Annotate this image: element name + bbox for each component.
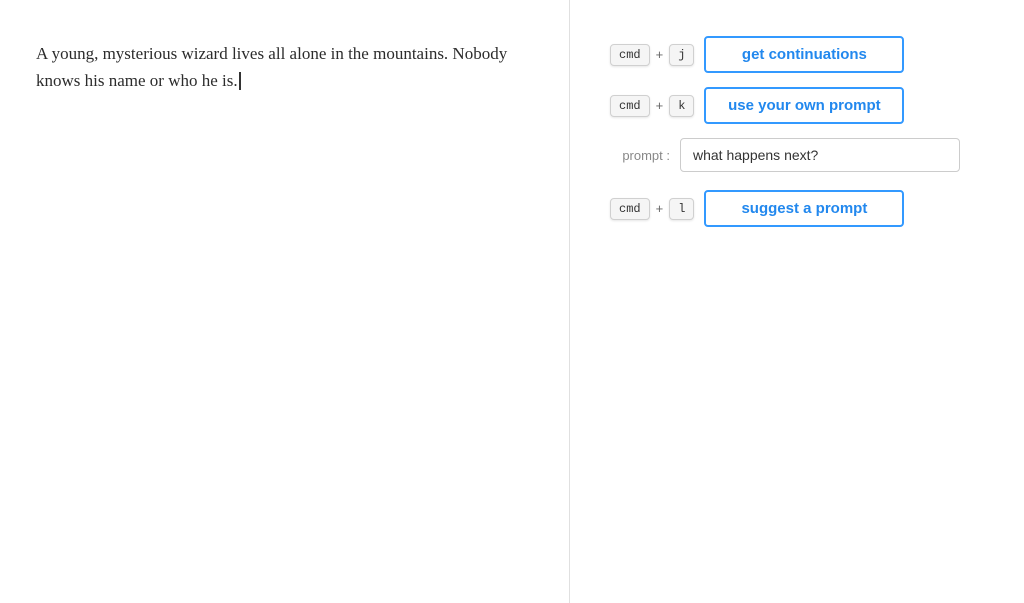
story-text: A young, mysterious wizard lives all alo…	[36, 40, 533, 94]
kbd-group-k: cmd + k	[610, 95, 694, 117]
right-panel: cmd + j get continuations cmd + k use yo…	[570, 0, 1024, 603]
text-cursor	[239, 72, 241, 91]
kbd-group-j: cmd + j	[610, 44, 694, 66]
kbd-k: k	[669, 95, 694, 117]
get-continuations-button[interactable]: get continuations	[704, 36, 904, 73]
left-panel: A young, mysterious wizard lives all alo…	[0, 0, 570, 603]
suggest-prompt-row: cmd + l suggest a prompt	[610, 190, 984, 227]
suggest-prompt-button[interactable]: suggest a prompt	[704, 190, 904, 227]
plus-3: +	[656, 201, 664, 216]
prompt-input[interactable]	[680, 138, 960, 172]
kbd-cmd-3: cmd	[610, 198, 650, 220]
kbd-cmd-2: cmd	[610, 95, 650, 117]
kbd-group-l: cmd + l	[610, 198, 694, 220]
kbd-j: j	[669, 44, 694, 66]
plus-2: +	[656, 98, 664, 113]
use-own-prompt-row: cmd + k use your own prompt	[610, 87, 984, 124]
get-continuations-row: cmd + j get continuations	[610, 36, 984, 73]
kbd-l: l	[669, 198, 694, 220]
prompt-label: prompt :	[610, 148, 670, 163]
kbd-cmd-1: cmd	[610, 44, 650, 66]
use-own-prompt-button[interactable]: use your own prompt	[704, 87, 904, 124]
plus-1: +	[656, 47, 664, 62]
prompt-row: prompt :	[610, 138, 984, 172]
